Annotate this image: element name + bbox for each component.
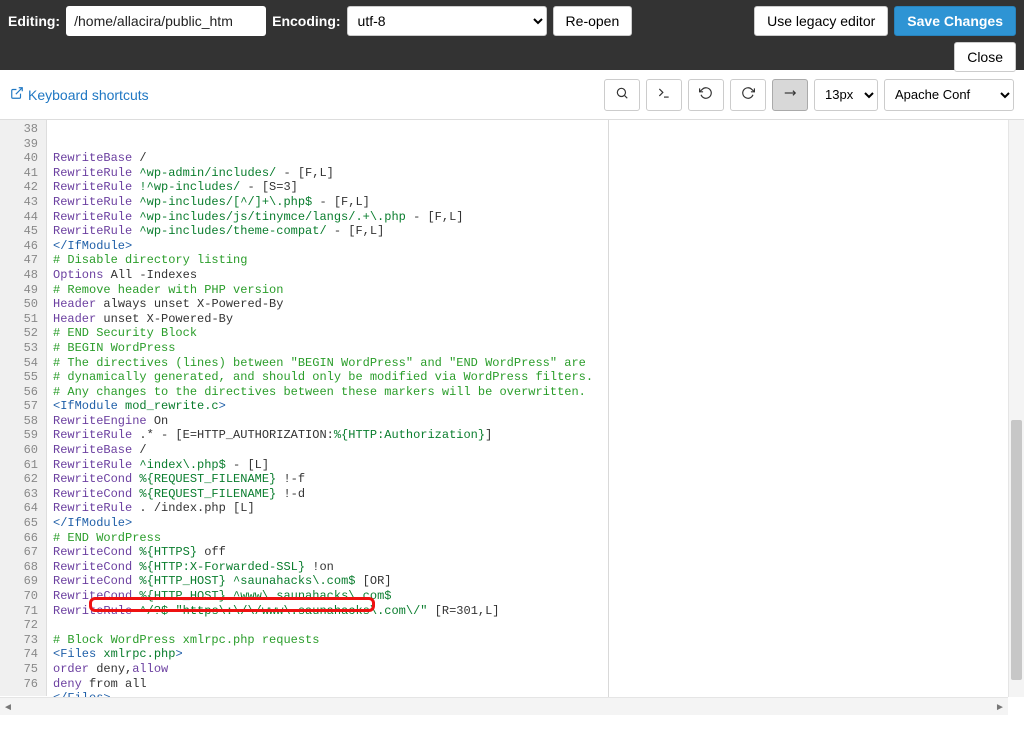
code-line[interactable]: RewriteCond %{HTTP_HOST} ^saunahacks\.co…: [53, 574, 1024, 589]
undo-icon: [699, 86, 713, 103]
code-line[interactable]: RewriteCond %{HTTP_HOST} ^www\.saunahack…: [53, 589, 1024, 604]
code-area[interactable]: RewriteBase /RewriteRule ^wp-admin/inclu…: [47, 120, 1024, 696]
gutter: 3839404142434445464748495051525354555657…: [0, 120, 47, 696]
code-line[interactable]: RewriteRule .* - [E=HTTP_AUTHORIZATION:%…: [53, 428, 1024, 443]
code-line[interactable]: RewriteRule ^/?$ "https\:\/\/www\.saunah…: [53, 604, 1024, 619]
editor-ruler: [608, 120, 609, 697]
wrap-button[interactable]: [772, 79, 808, 111]
code-line[interactable]: Options All -Indexes: [53, 268, 1024, 283]
editor[interactable]: 3839404142434445464748495051525354555657…: [0, 120, 1024, 696]
wrap-icon: [783, 86, 797, 103]
scroll-right-icon[interactable]: ►: [992, 698, 1008, 716]
code-line[interactable]: <IfModule mod_rewrite.c>: [53, 399, 1024, 414]
code-line[interactable]: # END WordPress: [53, 531, 1024, 546]
terminal-icon: [657, 86, 671, 103]
search-button[interactable]: [604, 79, 640, 111]
code-line[interactable]: # Any changes to the directives between …: [53, 385, 1024, 400]
terminal-button[interactable]: [646, 79, 682, 111]
code-line[interactable]: RewriteRule ^wp-admin/includes/ - [F,L]: [53, 166, 1024, 181]
code-line[interactable]: # Block WordPress xmlrpc.php requests: [53, 633, 1024, 648]
code-line[interactable]: Header always unset X-Powered-By: [53, 297, 1024, 312]
code-line[interactable]: RewriteRule !^wp-includes/ - [S=3]: [53, 180, 1024, 195]
close-button[interactable]: Close: [954, 42, 1016, 72]
code-line[interactable]: RewriteCond %{HTTP:X-Forwarded-SSL} !on: [53, 560, 1024, 575]
code-line[interactable]: RewriteRule ^index\.php$ - [L]: [53, 458, 1024, 473]
code-line[interactable]: RewriteBase /: [53, 443, 1024, 458]
topbar: Editing: Encoding: utf-8 Re-open Use leg…: [0, 0, 1024, 70]
encoding-label: Encoding:: [272, 13, 340, 29]
path-input[interactable]: [66, 6, 266, 36]
save-button[interactable]: Save Changes: [894, 6, 1016, 36]
code-line[interactable]: Header unset X-Powered-By: [53, 312, 1024, 327]
scroll-left-icon[interactable]: ◄: [0, 698, 16, 716]
redo-icon: [741, 86, 755, 103]
search-icon: [615, 86, 629, 103]
code-line[interactable]: # BEGIN WordPress: [53, 341, 1024, 356]
code-line[interactable]: # END Security Block: [53, 326, 1024, 341]
horizontal-scrollbar[interactable]: ◄►: [0, 697, 1008, 715]
fontsize-select[interactable]: 13px: [814, 79, 878, 111]
code-line[interactable]: RewriteCond %{REQUEST_FILENAME} !-f: [53, 472, 1024, 487]
code-line[interactable]: RewriteEngine On: [53, 414, 1024, 429]
code-line[interactable]: RewriteCond %{REQUEST_FILENAME} !-d: [53, 487, 1024, 502]
code-line[interactable]: </IfModule>: [53, 239, 1024, 254]
code-line[interactable]: [53, 618, 1024, 633]
reopen-button[interactable]: Re-open: [553, 6, 633, 36]
undo-button[interactable]: [688, 79, 724, 111]
vertical-scrollbar[interactable]: [1008, 120, 1024, 697]
language-select[interactable]: Apache Conf: [884, 79, 1014, 111]
keyboard-shortcuts-label: Keyboard shortcuts: [28, 87, 149, 103]
code-line[interactable]: RewriteRule ^wp-includes/[^/]+\.php$ - […: [53, 195, 1024, 210]
code-line[interactable]: # The directives (lines) between "BEGIN …: [53, 356, 1024, 371]
code-line[interactable]: RewriteRule ^wp-includes/js/tinymce/lang…: [53, 210, 1024, 225]
editing-label: Editing:: [8, 13, 60, 29]
redo-button[interactable]: [730, 79, 766, 111]
keyboard-shortcuts-link[interactable]: Keyboard shortcuts: [10, 86, 149, 103]
code-line[interactable]: order deny,allow: [53, 662, 1024, 677]
code-line[interactable]: <Files xmlrpc.php>: [53, 647, 1024, 662]
scrollbar-thumb[interactable]: [1011, 420, 1022, 680]
code-line[interactable]: RewriteCond %{HTTPS} off: [53, 545, 1024, 560]
code-line[interactable]: # Disable directory listing: [53, 253, 1024, 268]
code-line[interactable]: RewriteBase /: [53, 151, 1024, 166]
external-link-icon: [10, 86, 24, 103]
code-line[interactable]: RewriteRule ^wp-includes/theme-compat/ -…: [53, 224, 1024, 239]
toolbar: Keyboard shortcuts 13px Apache Conf: [0, 70, 1024, 120]
legacy-button[interactable]: Use legacy editor: [754, 6, 888, 36]
code-line[interactable]: # Remove header with PHP version: [53, 283, 1024, 298]
code-line[interactable]: RewriteRule . /index.php [L]: [53, 501, 1024, 516]
encoding-select[interactable]: utf-8: [347, 6, 547, 36]
code-line[interactable]: deny from all: [53, 677, 1024, 692]
code-line[interactable]: # dynamically generated, and should only…: [53, 370, 1024, 385]
code-line[interactable]: </IfModule>: [53, 516, 1024, 531]
